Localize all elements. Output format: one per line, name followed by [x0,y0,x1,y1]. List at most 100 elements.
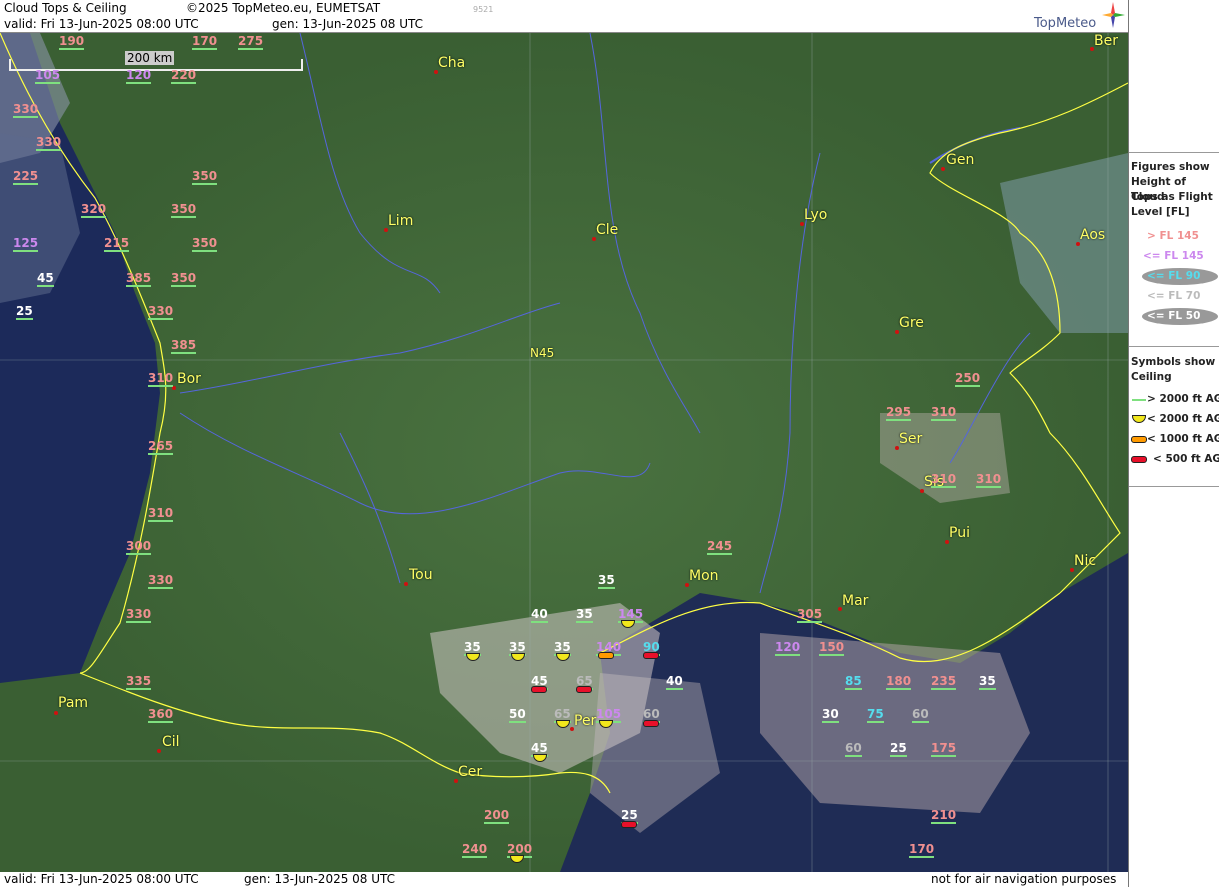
legend-divider [1129,346,1219,347]
cloud-top-figure: 240 [462,842,488,858]
cloud-top-figure: 310 [931,405,957,421]
copyright-text: ©2025 TopMeteo.eu, EUMETSAT [186,1,381,15]
legend-divider [1129,152,1219,153]
ceiling-symbol-red [576,686,592,693]
cloud-top-figure: 330 [36,135,62,151]
cloud-top-figure: 175 [931,741,957,757]
cloud-top-figure: 330 [148,304,174,320]
city-label: Aos [1080,227,1106,243]
cloud-top-figure: 220 [171,68,197,84]
city-label: Cha [438,55,466,71]
cloud-top-figure: 105 [35,68,61,84]
valid-time: valid: Fri 13-Jun-2025 08:00 UTC [4,17,199,31]
legend-red-symbol-icon [1131,456,1147,463]
cloud-top-figure: 35 [576,607,593,623]
legend-figures-title-line: Tops as Flight [1131,191,1213,203]
legend-figures-title-line: Figures show [1131,161,1210,173]
legend-symbols-title-line: Symbols show [1131,356,1216,368]
compass-logo-icon [1102,2,1125,28]
cloud-top-figure: 45 [531,741,548,757]
cloud-top-figure: 25 [890,741,907,757]
cloud-top-figure: 310 [148,506,174,522]
city-label: Gen [946,152,975,168]
city-label: Mar [842,593,869,609]
legend-figures-title-line: Level [FL] [1131,206,1190,218]
legend-symbol-item: > 2000 ft AGL [1147,393,1219,405]
cloud-top-figure: 25 [16,304,33,320]
ceiling-symbol-red [643,720,659,727]
city-label: Ber [1094,33,1118,49]
cloud-top-figure: 120 [775,640,801,656]
city-label: Cer [458,764,483,780]
cloud-top-figure: 300 [126,539,152,555]
footer-valid-time: valid: Fri 13-Jun-2025 08:00 UTC [4,872,199,886]
city-label: Pam [58,695,89,711]
cloud-top-figure: 85 [845,674,862,690]
cloud-top-figure: 180 [886,674,912,690]
city-label: Tou [409,567,433,583]
cloud-top-figure: 45 [37,271,54,287]
ceiling-symbol-red [621,821,637,828]
cloud-top-figure: 35 [598,573,615,589]
cloud-top-figure: 245 [707,539,733,555]
city-label: Gre [899,315,924,331]
cloud-top-figure: 65 [554,707,571,723]
cloud-top-figure: 145 [618,607,644,623]
legend-green-line-icon [1132,399,1146,401]
cloud-top-figure: 35 [464,640,481,656]
cloud-top-figure: 295 [886,405,912,421]
footer-generated-time: gen: 13-Jun-2025 08 UTC [244,872,396,886]
legend-symbols-title-line: Ceiling [1131,371,1172,383]
cloud-top-figure: 330 [148,573,174,589]
latitude-label: N45 [530,346,555,360]
cloud-top-figure: 50 [509,707,526,723]
cloud-top-figure: 35 [554,640,571,656]
legend-symbol-item: < 2000 ft AGL [1147,413,1219,425]
cloud-top-figure: 60 [912,707,929,723]
legend-fl-item: <= FL 90 [1147,270,1201,282]
cloud-top-figure: 215 [104,236,130,252]
city-label: Lyo [804,207,828,223]
cloud-top-figure: 305 [797,607,823,623]
cloud-top-figure: 210 [931,808,957,824]
legend-fl-item: <= FL 145 [1143,250,1204,262]
cloud-top-figure: 25 [621,808,638,824]
city-label: Pui [949,525,970,541]
cloud-top-figure: 125 [13,236,39,252]
cloud-top-figure: 60 [643,707,660,723]
cloud-top-figure: 330 [126,607,152,623]
legend-yellow-symbol-icon [1132,415,1146,423]
cloud-top-figure: 105 [596,707,622,723]
scale-bar-label: 200 km [125,51,175,65]
cloud-top-figure: 335 [126,674,152,690]
cloud-top-figure: 30 [822,707,839,723]
legend-fl-item: <= FL 50 [1147,310,1201,322]
generated-time: gen: 13-Jun-2025 08 UTC [272,17,424,31]
legend-panel: Figures show Height of Cloud Tops as Fli… [1128,0,1219,887]
cloud-top-figure: 275 [238,34,264,50]
header-bar: Cloud Tops & Ceiling ©2025 TopMeteo.eu, … [0,0,1128,33]
cloud-top-figure: 320 [81,202,107,218]
cloud-top-figure: 150 [819,640,845,656]
city-label: Bor [177,371,201,387]
cloud-top-figure: 350 [192,236,218,252]
legend-orange-symbol-icon [1131,436,1147,443]
cloud-top-figure: 200 [507,842,533,858]
city-label: Per [574,713,597,729]
map-title: Cloud Tops & Ceiling [4,1,127,15]
cloud-top-figure: 385 [126,271,152,287]
cloud-top-figure: 265 [148,439,174,455]
brand-logo-text: TopMeteo [1034,16,1097,31]
cloud-top-figure: 385 [171,338,197,354]
city-label: Mon [689,568,719,584]
cloud-top-figure: 40 [666,674,683,690]
cloud-top-figure: 120 [126,68,152,84]
cloud-top-figure: 310 [931,472,957,488]
cloud-top-figure: 350 [171,271,197,287]
ceiling-symbol-red [643,652,659,659]
cloud-top-figure: 60 [845,741,862,757]
cloud-top-figure: 35 [509,640,526,656]
legend-fl-item: <= FL 70 [1147,290,1201,302]
cloud-top-figure: 170 [192,34,218,50]
cloud-top-figure: 360 [148,707,174,723]
